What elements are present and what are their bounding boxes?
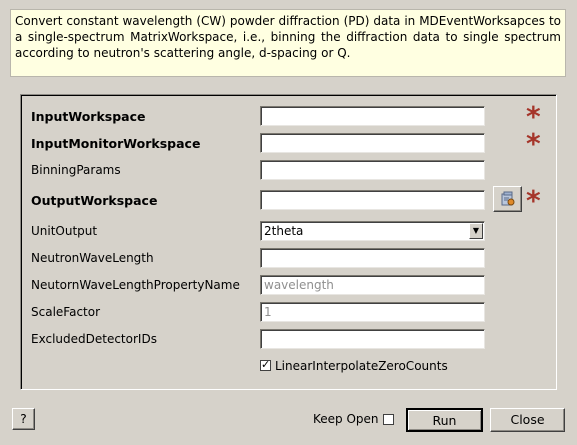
row-input-monitor-workspace: InputMonitorWorkspace *: [21, 127, 556, 160]
neutron-wavelength-label: NeutronWaveLength: [31, 251, 154, 265]
row-binning-params: BinningParams: [21, 160, 556, 182]
row-input-workspace: InputWorkspace *: [21, 103, 556, 131]
unit-output-select[interactable]: 2theta ▼: [260, 221, 485, 241]
folder-browse-icon: [501, 191, 515, 206]
output-workspace-label: OutputWorkspace: [31, 193, 158, 208]
chevron-down-icon[interactable]: ▼: [469, 223, 483, 239]
scale-factor-label: ScaleFactor: [31, 305, 101, 319]
input-workspace-field[interactable]: [260, 106, 485, 126]
input-monitor-workspace-label: InputMonitorWorkspace: [31, 136, 201, 151]
browse-workspace-button[interactable]: [493, 186, 522, 212]
output-workspace-field[interactable]: [260, 190, 485, 210]
checkmark-icon: ✓: [261, 358, 271, 371]
binning-params-field[interactable]: [260, 160, 485, 180]
required-star-icon: *: [526, 127, 541, 160]
scale-factor-field[interactable]: [260, 302, 485, 322]
wavelength-property-name-label: NeutornWaveLengthPropertyName: [31, 278, 240, 292]
row-unit-output: UnitOutput 2theta ▼: [21, 221, 556, 243]
keep-open-checkbox[interactable]: [382, 414, 394, 425]
input-workspace-label: InputWorkspace: [31, 109, 146, 124]
properties-panel: InputWorkspace * InputMonitorWorkspace *…: [20, 94, 557, 390]
input-monitor-workspace-field[interactable]: [260, 133, 485, 153]
wavelength-property-name-field[interactable]: [260, 275, 485, 295]
row-excluded-detector-ids: ExcludedDetectorIDs: [21, 329, 556, 351]
required-star-icon: *: [526, 184, 541, 217]
help-button[interactable]: ?: [12, 408, 35, 430]
binning-params-label: BinningParams: [31, 163, 121, 177]
unit-output-label: UnitOutput: [31, 224, 98, 238]
neutron-wavelength-field[interactable]: [260, 248, 485, 268]
linear-interpolate-row: ✓ LinearInterpolateZeroCounts: [260, 358, 448, 373]
run-button[interactable]: Run: [406, 408, 483, 432]
keep-open-label: Keep Open: [313, 412, 379, 426]
row-scale-factor: ScaleFactor: [21, 302, 556, 324]
close-button[interactable]: Close: [490, 408, 565, 432]
unit-output-value: 2theta: [264, 224, 304, 238]
excluded-detector-ids-label: ExcludedDetectorIDs: [31, 332, 157, 346]
row-output-workspace: OutputWorkspace *: [21, 184, 556, 217]
linear-interpolate-label: LinearInterpolateZeroCounts: [275, 358, 448, 373]
linear-interpolate-checkbox[interactable]: ✓: [260, 358, 271, 371]
keep-open-control: Keep Open: [313, 412, 394, 426]
row-neutron-wavelength: NeutronWaveLength: [21, 248, 556, 270]
algorithm-description: Convert constant wavelength (CW) powder …: [10, 9, 566, 77]
excluded-detector-ids-field[interactable]: [260, 329, 485, 349]
row-wavelength-property-name: NeutornWaveLengthPropertyName: [21, 275, 556, 297]
